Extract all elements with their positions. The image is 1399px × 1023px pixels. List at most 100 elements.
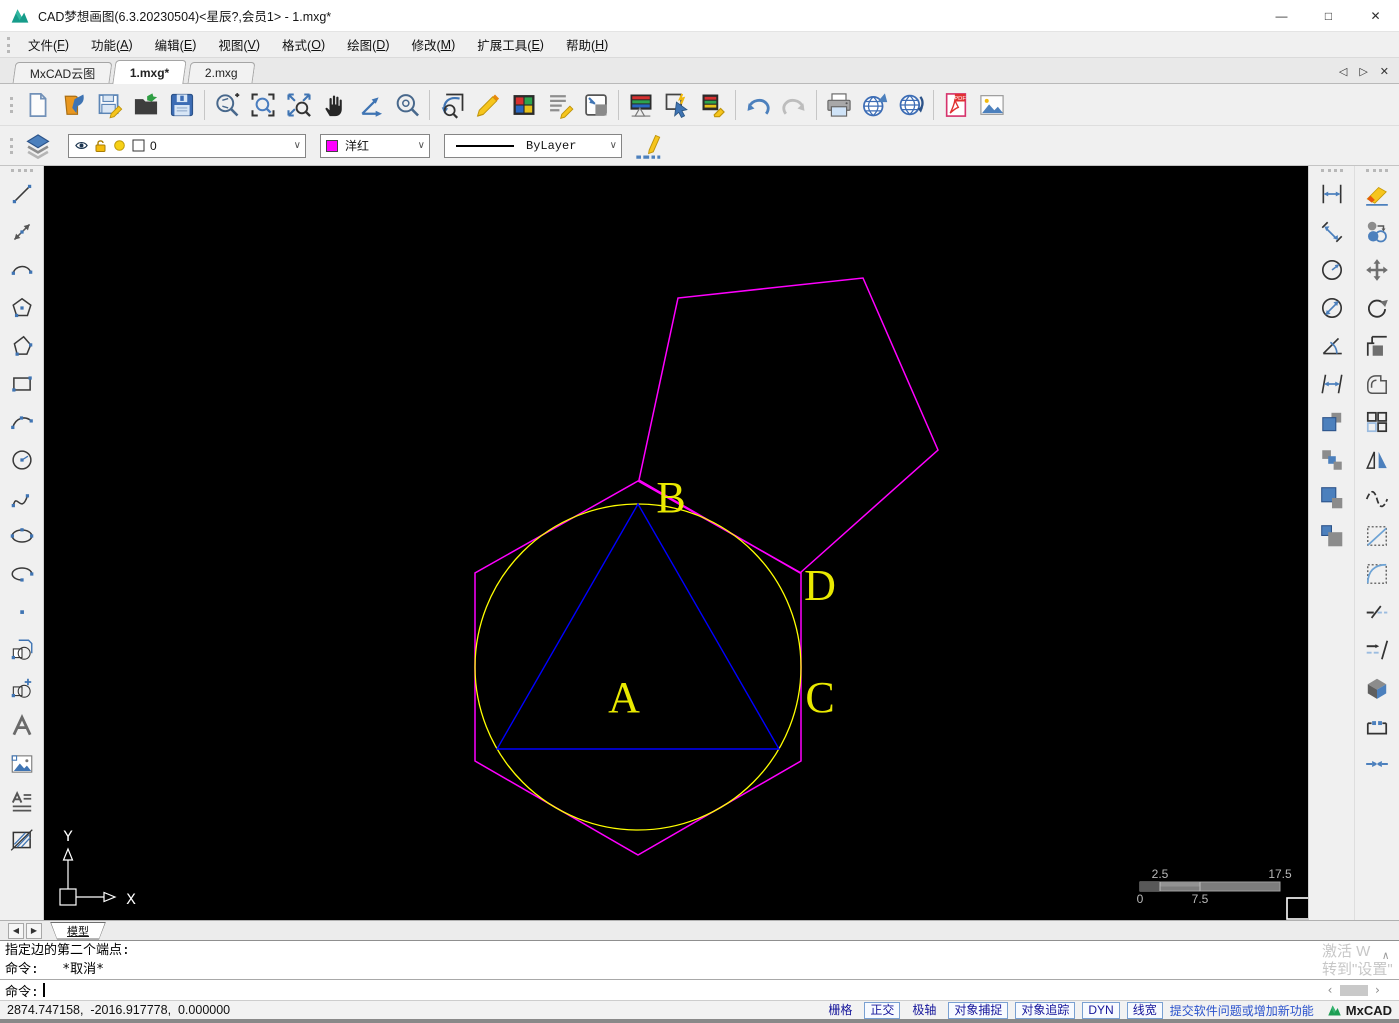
- print-button[interactable]: [821, 87, 857, 123]
- point-button[interactable]: [3, 593, 41, 631]
- explode-button[interactable]: [1358, 669, 1396, 707]
- menu-item-1[interactable]: 文件(F): [17, 32, 80, 57]
- status-toggle-线宽[interactable]: 线宽: [1126, 1001, 1163, 1019]
- curve-button[interactable]: [1358, 479, 1396, 517]
- menu-item-3[interactable]: 编辑(E): [144, 32, 208, 57]
- open-drawing-button[interactable]: [56, 87, 92, 123]
- feedback-link[interactable]: 提交软件问题或增加新功能: [1170, 1002, 1314, 1019]
- maximize-button[interactable]: □: [1305, 0, 1352, 31]
- save-button[interactable]: [92, 87, 128, 123]
- web-sync-button[interactable]: [893, 87, 929, 123]
- mirror-button[interactable]: [1358, 441, 1396, 479]
- minimize-button[interactable]: —: [1258, 0, 1305, 31]
- layout-next-button[interactable]: ▶: [26, 922, 42, 939]
- status-toggle-DYN[interactable]: DYN: [1082, 1001, 1120, 1019]
- dim-radius-button[interactable]: [1313, 251, 1351, 289]
- rotate-button[interactable]: [1358, 289, 1396, 327]
- command-panel[interactable]: 指定边的第二个端点: 命令: *取消* 命令: 激活 W 转到"设置" ∧ ‹ …: [0, 940, 1399, 1000]
- zoom-extents-button[interactable]: [281, 87, 317, 123]
- status-toggle-对象捕捉[interactable]: 对象捕捉: [948, 1001, 1009, 1019]
- zoom-dynamic-button[interactable]: [209, 87, 245, 123]
- mtext-button[interactable]: [3, 783, 41, 821]
- color-select[interactable]: 洋红 ∨: [320, 133, 430, 158]
- text-style-button[interactable]: [542, 87, 578, 123]
- line-button[interactable]: [3, 175, 41, 213]
- command-hscrollbar[interactable]: ‹ ›: [1327, 983, 1381, 997]
- linetype-select[interactable]: ByLayer ∨: [444, 133, 622, 158]
- scroll-left-icon[interactable]: ‹: [1327, 983, 1334, 997]
- copy-button[interactable]: [1358, 213, 1396, 251]
- scrollbar-thumb[interactable]: [1339, 984, 1368, 996]
- lineweight-button[interactable]: [630, 128, 666, 164]
- zoom-center-button[interactable]: [389, 87, 425, 123]
- text-button[interactable]: [3, 707, 41, 745]
- layer-properties-button[interactable]: [623, 87, 659, 123]
- scroll-right-icon[interactable]: ›: [1374, 983, 1381, 997]
- layout-prev-button[interactable]: ◀: [8, 922, 24, 939]
- command-scroll-up-icon[interactable]: ∧: [1382, 949, 1389, 962]
- menu-item-2[interactable]: 功能(A): [80, 32, 144, 57]
- status-toggle-栅格[interactable]: 栅格: [823, 1003, 857, 1018]
- join-button[interactable]: [1358, 745, 1396, 783]
- close-button[interactable]: ✕: [1352, 0, 1399, 31]
- scale-tool-3-button[interactable]: [1313, 479, 1351, 517]
- array-button[interactable]: [1358, 403, 1396, 441]
- quick-select-button[interactable]: [659, 87, 695, 123]
- move-button[interactable]: [1358, 251, 1396, 289]
- export-image-button[interactable]: [974, 87, 1010, 123]
- dim-distance-button[interactable]: [1313, 365, 1351, 403]
- circle-button[interactable]: [3, 441, 41, 479]
- new-file-button[interactable]: [20, 87, 56, 123]
- hexagon-shape[interactable]: [474, 480, 802, 856]
- status-toggle-极轴[interactable]: 极轴: [907, 1003, 941, 1018]
- tab-close-button[interactable]: ✕: [1380, 65, 1389, 78]
- zoom-window-button[interactable]: [245, 87, 281, 123]
- redo-button[interactable]: [776, 87, 812, 123]
- inscribed-circle-shape[interactable]: [474, 503, 802, 831]
- tab-scroll-left-button[interactable]: ◁: [1339, 65, 1347, 78]
- menu-item-9[interactable]: 帮助(H): [555, 32, 619, 57]
- chevron-down-icon[interactable]: ∨: [606, 135, 621, 157]
- tab-MxCAD云图[interactable]: MxCAD云图: [12, 62, 113, 83]
- menu-item-4[interactable]: 视图(V): [207, 32, 271, 57]
- chamfer-button[interactable]: [1358, 517, 1396, 555]
- tab-2.mxg[interactable]: 2.mxg: [187, 62, 255, 83]
- polygon-button[interactable]: [3, 289, 41, 327]
- dim-aligned-button[interactable]: [1313, 213, 1351, 251]
- status-toggle-对象追踪[interactable]: 对象追踪: [1015, 1001, 1076, 1019]
- ray-button[interactable]: [3, 213, 41, 251]
- dim-linear-button[interactable]: [1313, 175, 1351, 213]
- extend-button[interactable]: [1358, 631, 1396, 669]
- ellipse-button[interactable]: [3, 517, 41, 555]
- ucs-axes-button[interactable]: [353, 87, 389, 123]
- tab-1.mxg*[interactable]: 1.mxg*: [112, 60, 188, 84]
- block-insert-button[interactable]: [3, 631, 41, 669]
- polyline-button[interactable]: [3, 327, 41, 365]
- match-properties-button[interactable]: [695, 87, 731, 123]
- block-define-button[interactable]: [3, 669, 41, 707]
- hatch-button[interactable]: [3, 821, 41, 859]
- command-input-row[interactable]: 命令:: [0, 979, 1399, 1000]
- export-pdf-button[interactable]: PDF: [938, 87, 974, 123]
- arc-3point-button[interactable]: [3, 403, 41, 441]
- menu-item-5[interactable]: 格式(O): [271, 32, 336, 57]
- web-publish-button[interactable]: [857, 87, 893, 123]
- save-as-button[interactable]: [164, 87, 200, 123]
- break-button[interactable]: [1358, 707, 1396, 745]
- pan-button[interactable]: [317, 87, 353, 123]
- spline-button[interactable]: [3, 479, 41, 517]
- tab-scroll-right-button[interactable]: ▷: [1359, 65, 1367, 78]
- pentagon-shape[interactable]: [638, 277, 939, 574]
- layer-select[interactable]: 0 ∨: [68, 133, 306, 158]
- chevron-down-icon[interactable]: ∨: [290, 135, 305, 157]
- offset-button[interactable]: [1358, 365, 1396, 403]
- view-previous-button[interactable]: [434, 87, 470, 123]
- model-tab[interactable]: 模型: [51, 923, 105, 939]
- image-button[interactable]: [3, 745, 41, 783]
- page-setup-button[interactable]: [578, 87, 614, 123]
- erase-button[interactable]: [1358, 175, 1396, 213]
- stretch-button[interactable]: [1358, 327, 1396, 365]
- layer-manager-button[interactable]: [20, 128, 56, 164]
- rectangle-button[interactable]: [3, 365, 41, 403]
- menu-item-8[interactable]: 扩展工具(E): [466, 32, 555, 57]
